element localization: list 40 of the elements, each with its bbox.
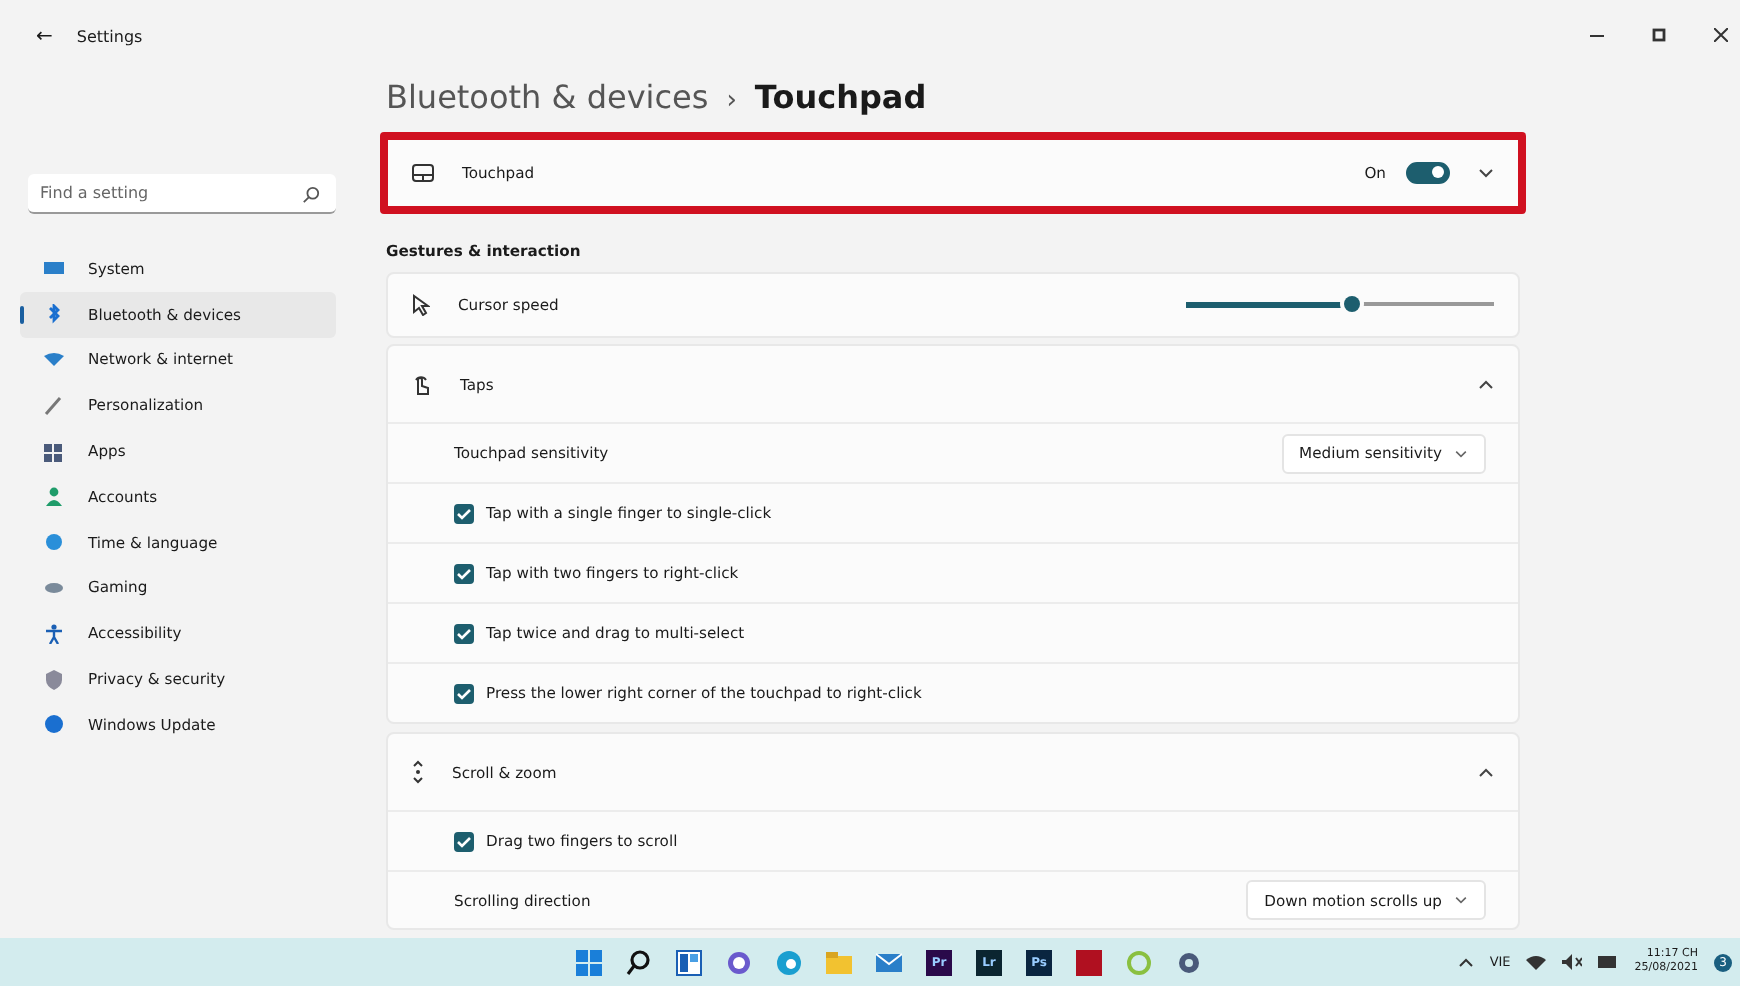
scroll-icon (412, 760, 424, 784)
toggle-switch[interactable] (1406, 161, 1450, 184)
chevron-up-icon[interactable] (1457, 957, 1474, 967)
wifi-icon[interactable] (1526, 954, 1547, 970)
widgets-icon[interactable] (676, 949, 702, 975)
accessibility-icon (44, 623, 64, 644)
windows-start-icon[interactable] (576, 949, 602, 975)
chevron-down-icon[interactable] (1478, 167, 1494, 178)
apps-icon (44, 441, 64, 462)
breadcrumb-link[interactable]: Bluetooth & devices (386, 78, 709, 116)
breadcrumb-separator: › (726, 86, 737, 116)
checkbox[interactable] (454, 831, 474, 851)
search-icon (302, 186, 320, 204)
touchpad-icon (412, 163, 434, 182)
chevron-down-icon (1454, 449, 1468, 457)
maximize-button[interactable] (1652, 28, 1666, 42)
chevron-down-icon (1454, 896, 1468, 904)
close-button[interactable] (1714, 28, 1728, 42)
speaker-icon[interactable] (1562, 954, 1583, 970)
checkbox[interactable] (454, 683, 474, 703)
shield-icon (44, 669, 64, 690)
chevron-up-icon[interactable] (1478, 767, 1494, 777)
checkbox[interactable] (454, 563, 474, 583)
cursor-speed-slider[interactable] (1186, 294, 1494, 315)
brush-icon (44, 395, 64, 416)
mail-icon[interactable] (876, 949, 902, 975)
page-title: Touchpad (754, 78, 927, 116)
back-button[interactable]: ← (36, 28, 53, 48)
window-title: Settings (76, 28, 143, 48)
search-field[interactable]: Find a setting (28, 174, 336, 214)
search-icon[interactable] (626, 949, 652, 975)
system-icon (44, 258, 64, 279)
checkbox[interactable] (454, 623, 474, 643)
network-icon (44, 349, 64, 370)
person-icon (44, 486, 64, 507)
checkbox[interactable] (454, 503, 474, 523)
bluetooth-icon (44, 304, 64, 325)
pointer-icon (412, 293, 430, 316)
chevron-up-icon[interactable] (1478, 379, 1494, 389)
app-tile-icon[interactable] (1076, 949, 1102, 975)
